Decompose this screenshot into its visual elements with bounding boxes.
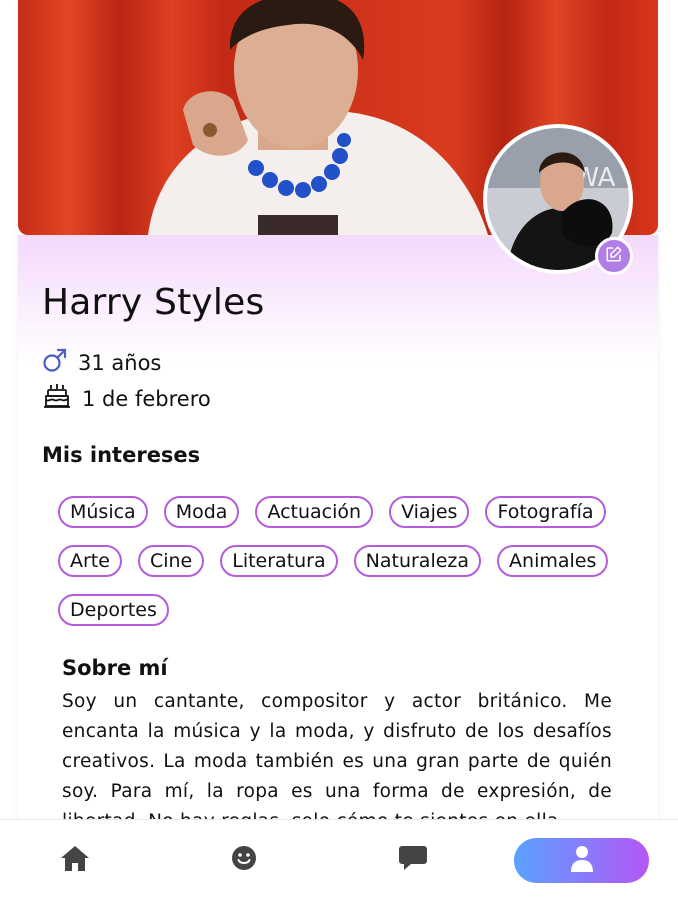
bottom-nav xyxy=(0,819,678,907)
interest-tag[interactable]: Animales xyxy=(497,545,609,577)
nav-profile[interactable] xyxy=(514,838,649,883)
interest-tag[interactable]: Cine xyxy=(137,545,205,577)
age-text: 31 años xyxy=(78,350,162,375)
age-row: 31 años xyxy=(42,347,161,378)
interest-tag[interactable]: Actuación xyxy=(255,496,374,528)
nav-matches[interactable] xyxy=(224,840,264,880)
birthday-text: 1 de febrero xyxy=(82,386,211,411)
interest-tag[interactable]: Fotografía xyxy=(485,496,606,528)
male-icon xyxy=(42,347,68,378)
chat-icon xyxy=(398,844,428,876)
about-title: Sobre mí xyxy=(62,656,168,680)
interest-tag[interactable]: Naturaleza xyxy=(353,545,482,577)
nav-home[interactable] xyxy=(55,840,95,880)
interests-title: Mis intereses xyxy=(42,443,201,467)
edit-avatar-button[interactable] xyxy=(595,237,633,275)
profile-name: Harry Styles xyxy=(42,282,265,323)
edit-icon xyxy=(605,245,623,267)
interest-tag[interactable]: Arte xyxy=(58,545,122,577)
home-icon xyxy=(60,844,90,876)
birthday-row: 1 de febrero xyxy=(42,381,211,416)
interest-tag[interactable]: Deportes xyxy=(58,594,169,626)
interest-tag[interactable]: Música xyxy=(58,496,148,528)
interest-tag[interactable]: Literatura xyxy=(220,545,338,577)
interest-tag[interactable]: Viajes xyxy=(389,496,470,528)
user-icon xyxy=(570,845,594,877)
interest-tag[interactable]: Moda xyxy=(163,496,240,528)
smile-icon xyxy=(231,845,257,875)
interest-tags: Música Moda Actuación Viajes Fotografía … xyxy=(58,496,638,626)
nav-chat[interactable] xyxy=(393,840,433,880)
profile-card: AWA Harry Styles 31 años 1 de febrero Mi… xyxy=(18,0,658,907)
birthday-cake-icon xyxy=(42,381,72,416)
about-text: Soy un cantante, compositor y actor brit… xyxy=(62,691,612,832)
